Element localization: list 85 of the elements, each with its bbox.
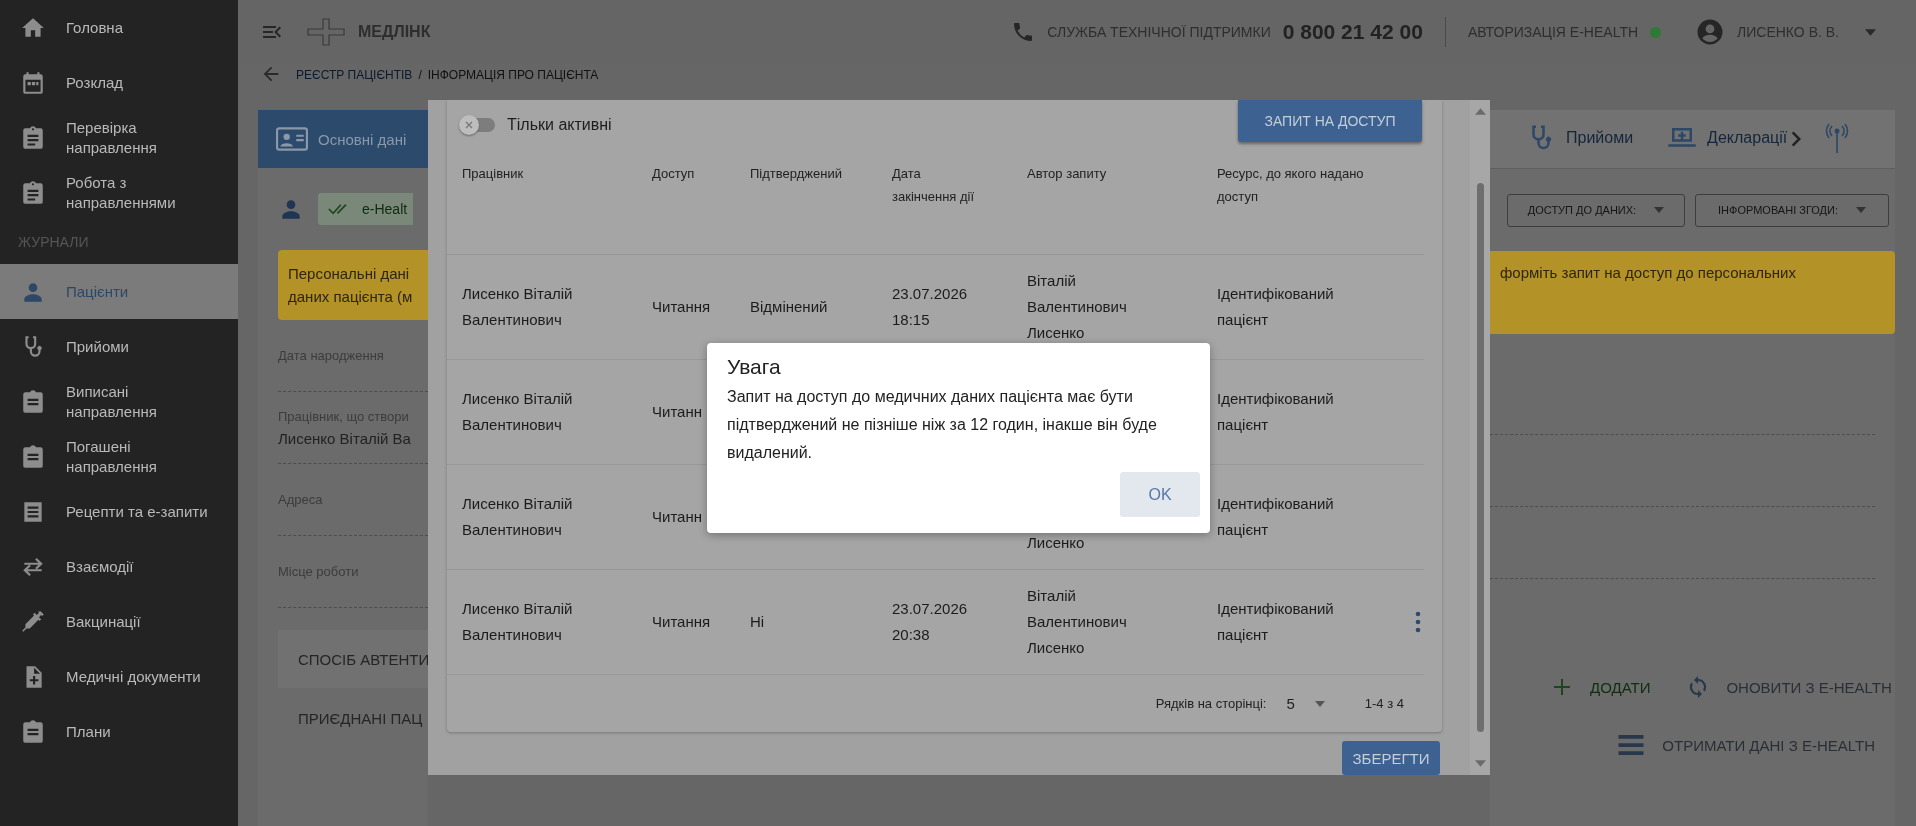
table-cell-text: Ні	[750, 612, 766, 632]
syringe-icon	[20, 608, 46, 635]
logo-icon	[306, 17, 346, 47]
scroll-up-icon[interactable]	[1474, 108, 1486, 115]
sidebar-item[interactable]: Рецепти та е-запити	[0, 484, 238, 539]
rows-per-page-select[interactable]: 5	[1286, 695, 1325, 712]
table-cell-text: 23.07.2026 20:38	[892, 599, 969, 645]
sidebar-item[interactable]: Розклад	[0, 55, 238, 110]
sidebar-item[interactable]: Пацієнти	[0, 264, 238, 319]
sidebar-item[interactable]: Виписані направлення	[0, 374, 238, 429]
table-cell-text: Лисенко Віталій Валентинович	[462, 494, 574, 540]
caret-icon	[1654, 207, 1665, 213]
column-header: Доступ	[652, 165, 696, 183]
calendar-icon	[20, 69, 46, 96]
more-vertical-icon[interactable]	[1415, 611, 1421, 633]
alert-title: Увага	[727, 354, 782, 380]
sidebar-item[interactable]: Погашені направлення	[0, 429, 238, 484]
save-button[interactable]: ЗБЕРЕГТИ	[1342, 741, 1440, 775]
table-cell-text: Читання	[652, 612, 712, 632]
patient-tab[interactable]: Основні дані	[258, 110, 428, 168]
clipboard-icon	[20, 388, 46, 415]
sidebar-item[interactable]: Медичні документи	[0, 649, 238, 704]
antenna-icon[interactable]	[1825, 123, 1850, 155]
action-button[interactable]: ОТРИМАТИ ДАНІ З E-HEALTH	[1616, 730, 1875, 760]
filter-dropdown[interactable]: ІНФОРМОВАНІ ЗГОДИ:	[1695, 193, 1889, 227]
table-cell-text: Ідентифікований пацієнт	[1217, 389, 1335, 435]
caret-icon	[1314, 700, 1325, 707]
column-header: Дата закінчення дії	[892, 165, 976, 206]
action-button[interactable]: ДОДАТИ	[1550, 675, 1651, 699]
patient-tab[interactable]: Прийоми	[1526, 110, 1634, 168]
x-icon	[464, 120, 474, 130]
scroll-down-icon[interactable]	[1474, 760, 1486, 767]
caret-icon[interactable]	[1865, 28, 1876, 36]
breadcrumb-separator: /	[418, 68, 422, 82]
table-cell-text: Віталій Валентинович Лисенко	[1027, 586, 1128, 658]
field-value: Лисенко Віталій Ва	[278, 429, 412, 447]
banner-text: Персональні дані	[288, 265, 411, 282]
table-cell-text: Ідентифікований пацієнт	[1217, 494, 1335, 540]
caret-icon	[1855, 207, 1866, 213]
banner-text: форміть запит на доступ до персональних	[1500, 264, 1797, 281]
sidebar-item[interactable]: Взаємодії	[0, 539, 238, 594]
ok-button[interactable]: OK	[1120, 472, 1200, 517]
sidebar-item[interactable]: Плани	[0, 704, 238, 759]
toggle-label: Тільки активні	[507, 116, 612, 134]
table-cell-text: Лисенко Віталій Валентинович	[462, 599, 574, 645]
sidebar-item[interactable]: Головна	[0, 0, 238, 55]
section-title[interactable]: ПРИЄДНАНІ ПАЦ	[278, 710, 428, 727]
column-header: Автор запиту	[1027, 165, 1108, 183]
table-cell-text: Ідентифікований пацієнт	[1217, 599, 1335, 645]
breadcrumb-link[interactable]: РЕЄСТР ПАЦІЄНТІВ	[296, 68, 413, 82]
table-cell-text: Відмінений	[750, 297, 829, 317]
patient-tab[interactable]: Декларації	[1667, 110, 1788, 168]
sidebar-item[interactable]: Робота з направленнями	[0, 165, 238, 220]
pagination-range: 1-4 з 4	[1364, 696, 1404, 711]
table-cell-text: Лисенко Віталій Валентинович	[462, 284, 574, 330]
support-phone: 0 800 21 42 00	[1282, 20, 1423, 44]
rows-per-page-label: Рядків на сторінці:	[1155, 696, 1267, 711]
sidebar-item[interactable]: Перевірка направлення	[0, 110, 238, 165]
ehealth-chip: e-Healt	[318, 193, 414, 225]
table-cell-text: Читання	[652, 297, 712, 317]
toggle-switch[interactable]	[461, 118, 495, 132]
sidebar-item[interactable]: Прийоми	[0, 319, 238, 374]
column-header: Працівник	[462, 165, 525, 183]
table-cell-text: Віталій Валентинович Лисенко	[1027, 271, 1128, 343]
id-card-icon	[276, 127, 308, 151]
column-header: Ресурс, до якого надано доступ	[1217, 165, 1365, 206]
scrollbar[interactable]	[1470, 100, 1490, 775]
banner-text: даних пацієнта (м	[288, 288, 414, 305]
table-cell-text: Лисенко Віталій Валентинович	[462, 389, 574, 435]
action-button[interactable]: ОНОВИТИ З E-HEALTH	[1686, 675, 1892, 699]
sidebar-item[interactable]: Вакцинації	[0, 594, 238, 649]
section-title[interactable]: СПОСІБ АВТЕНТИ	[298, 650, 430, 668]
table-cell-text: 23.07.2026 18:15	[892, 284, 969, 330]
breadcrumb-current: ІНФОРМАЦІЯ ПРО ПАЦІЄНТА	[427, 68, 599, 82]
table-cell-text: Читанн	[652, 507, 703, 527]
clipboard-list-icon	[20, 124, 46, 151]
column-header: Підтверджений	[750, 165, 843, 183]
alert-message: Запит на доступ до медичних даних пацієнта має бути підтверджений не пізніше ніж за 12 годин, інакше він буде видалений.	[727, 387, 1158, 463]
table-cell-text: Лисенко	[1027, 533, 1086, 553]
chevron-right-icon[interactable]	[1791, 130, 1802, 148]
table-cell-text: Читанн	[652, 402, 703, 422]
auth-label[interactable]: АВТОРИЗАЦІЯ E-HEALTH	[1467, 24, 1639, 40]
filter-dropdown[interactable]: ДОСТУП ДО ДАНИХ:	[1507, 193, 1685, 227]
request-access-button[interactable]: ЗАПИТ НА ДОСТУП	[1238, 100, 1422, 142]
table-cell-text: Ідентифікований пацієнт	[1217, 284, 1335, 330]
